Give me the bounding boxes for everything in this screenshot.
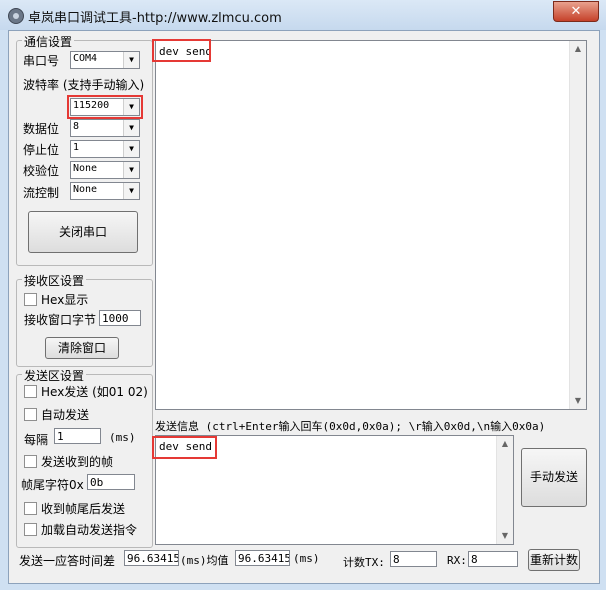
- chevron-down-icon[interactable]: ▼: [123, 120, 139, 136]
- send-highlight-box: [152, 436, 217, 459]
- flow-select[interactable]: None ▼: [70, 182, 140, 200]
- rx-value: 8: [468, 551, 518, 567]
- databits-value: 8: [73, 121, 80, 132]
- chevron-down-icon[interactable]: ▼: [123, 141, 139, 157]
- stopbits-select[interactable]: 1 ▼: [70, 140, 140, 158]
- auto-send-checkbox[interactable]: [24, 408, 37, 421]
- interval-unit: (ms): [109, 431, 136, 444]
- send-info-hint: 发送信息 (ctrl+Enter输入回车(0x0d,0x0a); \r输入0x0…: [155, 420, 546, 433]
- hex-display-label: Hex显示: [41, 293, 89, 307]
- port-label: 串口号: [23, 54, 60, 68]
- window-title: 卓岚串口调试工具-http://www.zlmcu.com: [28, 11, 282, 26]
- baud-label: 波特率 (支持手动输入): [23, 78, 145, 92]
- scroll-down-icon[interactable]: ▼: [497, 528, 513, 544]
- scroll-down-icon[interactable]: ▼: [570, 393, 586, 409]
- count-tx-value: 8: [390, 551, 437, 567]
- app-icon: [8, 8, 24, 24]
- receive-settings-label: 接收区设置: [22, 272, 87, 289]
- send-on-receive-label: 发送收到的帧: [41, 455, 114, 469]
- client-area: 通信设置 串口号 COM4 ▼ 波特率 (支持手动输入) 115200 ▼ 数据…: [8, 30, 600, 584]
- rx-label: RX:: [447, 554, 467, 567]
- hex-display-checkbox[interactable]: [24, 293, 37, 306]
- comm-settings-label: 通信设置: [22, 33, 75, 50]
- port-select[interactable]: COM4 ▼: [70, 51, 140, 69]
- window-bytes-input[interactable]: 1000: [99, 310, 141, 326]
- stopbits-label: 停止位: [23, 143, 60, 157]
- chevron-down-icon[interactable]: ▼: [123, 162, 139, 178]
- average-label: (ms)均值: [180, 554, 229, 567]
- load-auto-send-checkbox[interactable]: [24, 523, 37, 536]
- clear-window-button[interactable]: 清除窗口: [45, 337, 119, 359]
- receive-text-area[interactable]: dev send ▲ ▼: [155, 40, 587, 410]
- port-value: COM4: [73, 53, 98, 64]
- response-time-label: 发送一应答时间差: [19, 554, 116, 568]
- average-value: 96.63415: [235, 550, 290, 566]
- send-settings-label: 发送区设置: [22, 367, 87, 384]
- reset-count-button[interactable]: 重新计数: [528, 549, 580, 571]
- close-port-button[interactable]: 关闭串口: [28, 211, 138, 253]
- receive-highlight-box: [152, 39, 211, 62]
- parity-label: 校验位: [23, 164, 60, 178]
- response-time-value: 96.63415: [124, 550, 179, 566]
- stopbits-value: 1: [73, 142, 80, 153]
- baud-highlight-box: [67, 95, 143, 119]
- parity-value: None: [73, 163, 98, 174]
- flow-label: 流控制: [23, 186, 60, 200]
- load-auto-send-label: 加载自动发送指令: [41, 523, 138, 537]
- interval-label: 每隔: [24, 433, 49, 447]
- send-scrollbar[interactable]: ▲ ▼: [496, 436, 513, 544]
- receive-scrollbar[interactable]: ▲ ▼: [569, 41, 586, 409]
- send-after-tail-label: 收到帧尾后发送: [41, 502, 126, 516]
- parity-select[interactable]: None ▼: [70, 161, 140, 179]
- tail-input[interactable]: 0b: [87, 474, 135, 490]
- tail-label: 帧尾字符0x: [21, 478, 84, 492]
- count-tx-label: 计数TX:: [343, 556, 385, 569]
- scroll-up-icon[interactable]: ▲: [497, 436, 513, 452]
- send-on-receive-checkbox[interactable]: [24, 455, 37, 468]
- databits-select[interactable]: 8 ▼: [70, 119, 140, 137]
- close-button[interactable]: ✕: [553, 1, 599, 22]
- manual-send-button[interactable]: 手动发送: [521, 448, 587, 507]
- databits-label: 数据位: [23, 122, 60, 136]
- send-after-tail-checkbox[interactable]: [24, 502, 37, 515]
- chevron-down-icon[interactable]: ▼: [123, 52, 139, 68]
- window-bytes-label: 接收窗口字节: [24, 313, 97, 327]
- ms-label: (ms): [293, 552, 320, 565]
- chevron-down-icon[interactable]: ▼: [123, 183, 139, 199]
- hex-send-checkbox[interactable]: [24, 385, 37, 398]
- hex-send-label: Hex发送 (如01 02): [41, 385, 148, 399]
- scroll-up-icon[interactable]: ▲: [570, 41, 586, 57]
- interval-input[interactable]: 1: [54, 428, 101, 444]
- title-bar: 卓岚串口调试工具-http://www.zlmcu.com ✕: [0, 0, 606, 30]
- auto-send-label: 自动发送: [41, 408, 90, 422]
- flow-value: None: [73, 184, 98, 195]
